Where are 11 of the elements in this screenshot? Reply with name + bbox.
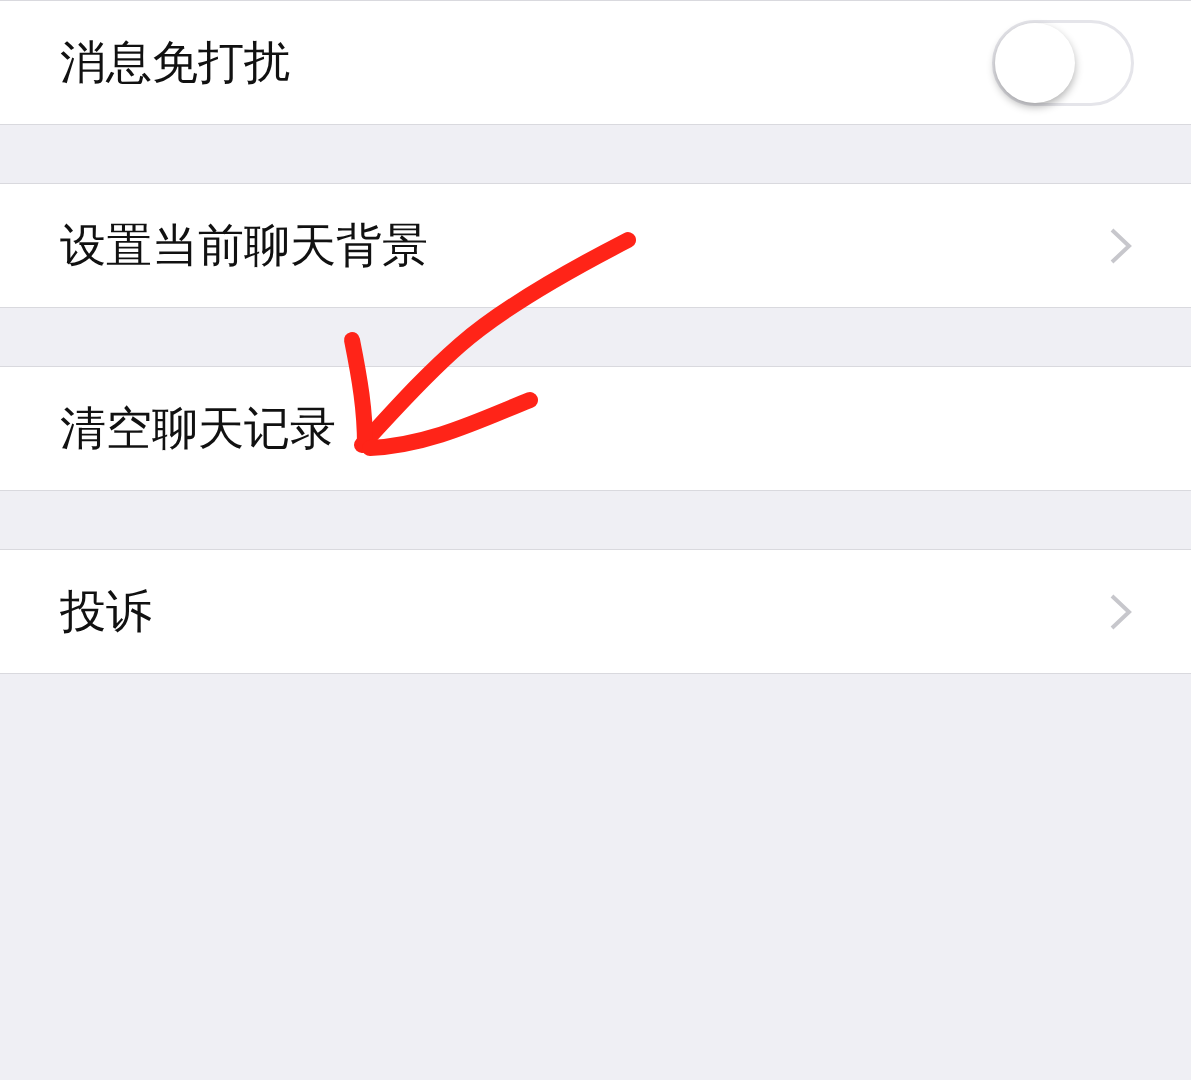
settings-row[interactable]: 设置当前聊天背景 <box>0 183 1191 308</box>
toggle-switch[interactable] <box>992 19 1134 106</box>
row-label: 投诉 <box>60 582 152 640</box>
row-label: 设置当前聊天背景 <box>60 216 428 274</box>
chevron-right-icon <box>1109 226 1133 265</box>
row-label: 清空聊天记录 <box>60 399 336 457</box>
settings-row[interactable]: 清空聊天记录 <box>0 366 1191 491</box>
settings-row[interactable]: 投诉 <box>0 549 1191 674</box>
chevron-right-icon <box>1109 592 1133 631</box>
row-label: 消息免打扰 <box>60 33 290 91</box>
settings-row[interactable]: 消息免打扰 <box>0 0 1191 125</box>
